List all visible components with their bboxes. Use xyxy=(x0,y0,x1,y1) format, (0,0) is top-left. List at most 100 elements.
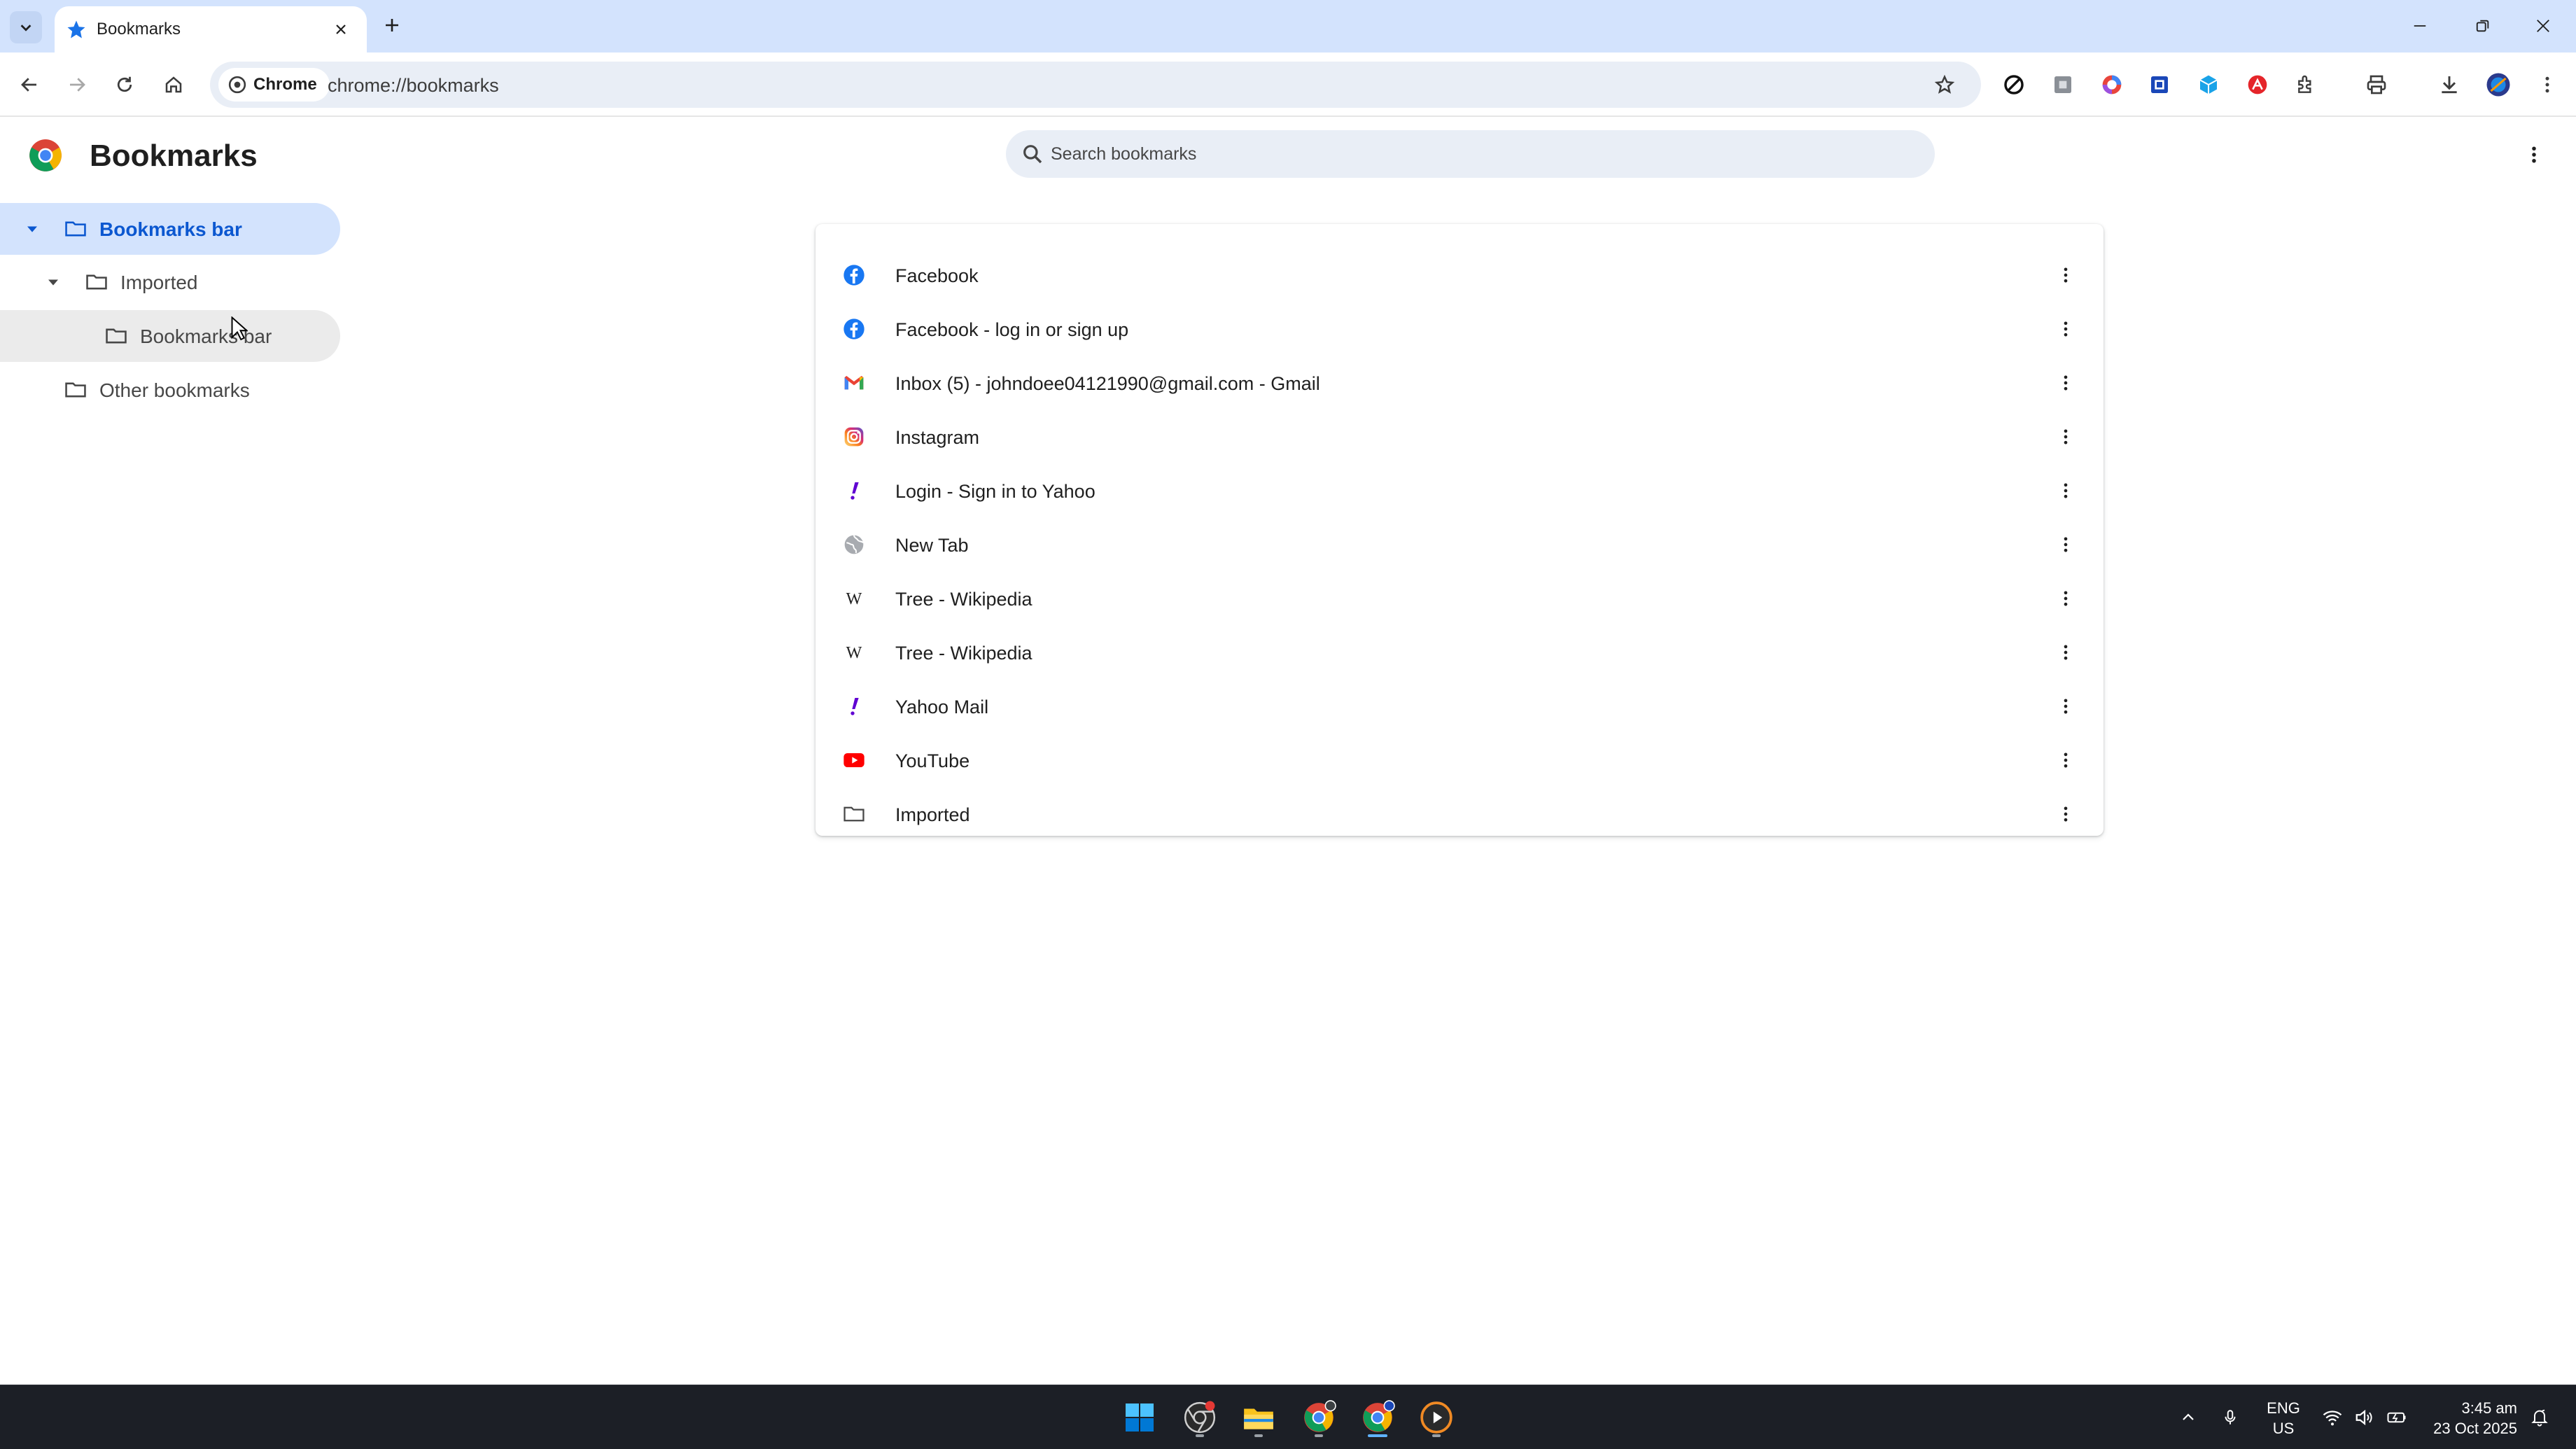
bookmark-row[interactable]: W Tree - Wikipedia xyxy=(816,572,2104,626)
reload-button[interactable] xyxy=(108,68,141,102)
bookmark-title[interactable]: Inbox (5) - johndoee04121990@gmail.com -… xyxy=(895,373,1320,395)
bookmark-row[interactable]: Yahoo Mail xyxy=(816,680,2104,734)
taskbar-app-chrome-dev[interactable] xyxy=(1177,1395,1222,1440)
volume-button[interactable] xyxy=(2351,1404,2379,1432)
sidebar-item-bookmarks-bar[interactable]: Bookmarks bar xyxy=(0,203,340,255)
notifications-button[interactable] xyxy=(2526,1404,2554,1432)
running-indicator xyxy=(1315,1434,1323,1437)
profile-avatar[interactable] xyxy=(2483,69,2514,100)
sidebar-item-imported[interactable]: Imported xyxy=(0,256,340,308)
battery-icon xyxy=(2387,1412,2406,1423)
bookmark-title[interactable]: Tree - Wikipedia xyxy=(895,589,1032,610)
search-bookmarks-input[interactable] xyxy=(1051,139,1891,169)
extension-color-icon[interactable] xyxy=(2096,69,2127,100)
new-tab-button[interactable] xyxy=(378,11,406,39)
taskbar-app-file-explorer[interactable] xyxy=(1236,1395,1281,1440)
taskbar-app-chrome-active[interactable] xyxy=(1355,1395,1400,1440)
address-bar[interactable]: Chrome chrome://bookmarks xyxy=(210,62,1981,108)
home-button[interactable] xyxy=(157,68,190,102)
start-button[interactable] xyxy=(1117,1395,1162,1440)
bookmark-row[interactable]: Facebook - log in or sign up xyxy=(816,302,2104,356)
bookmark-star-button[interactable] xyxy=(1929,69,1960,100)
bookmark-more-button[interactable] xyxy=(2050,368,2081,398)
wifi-button[interactable] xyxy=(2318,1404,2346,1432)
sidebar-item-other-bookmarks[interactable]: Other bookmarks xyxy=(0,364,340,416)
bookmark-title[interactable]: Yahoo Mail xyxy=(895,696,988,718)
microphone-button[interactable] xyxy=(2216,1404,2244,1432)
wikipedia-icon: W xyxy=(842,587,866,610)
bookmark-more-button[interactable] xyxy=(2050,529,2081,560)
bookmark-row[interactable]: W Tree - Wikipedia xyxy=(816,626,2104,680)
bookmark-title[interactable]: Tree - Wikipedia xyxy=(895,643,1032,664)
extension-cyan-icon[interactable] xyxy=(2193,69,2224,100)
chrome-menu-button[interactable] xyxy=(2532,69,2563,100)
extension-blue-icon[interactable] xyxy=(2144,69,2175,100)
clock[interactable]: 3:45 am 23 Oct 2025 xyxy=(2422,1398,2517,1438)
back-button[interactable] xyxy=(13,68,46,102)
bookmark-more-button[interactable] xyxy=(2050,421,2081,452)
extension-gray-icon[interactable] xyxy=(2047,69,2078,100)
bookmark-title[interactable]: New Tab xyxy=(895,535,969,556)
bookmark-row[interactable]: Inbox (5) - johndoee04121990@gmail.com -… xyxy=(816,356,2104,410)
print-button[interactable] xyxy=(2361,69,2392,100)
downloads-button[interactable] xyxy=(2434,69,2465,100)
close-window-button[interactable] xyxy=(2526,10,2561,42)
bookmark-folder-row[interactable]: Imported xyxy=(816,788,2104,841)
taskbar-app-media-player[interactable] xyxy=(1414,1395,1459,1440)
battery-button[interactable] xyxy=(2383,1404,2411,1432)
bookmark-row[interactable]: YouTube xyxy=(816,734,2104,788)
bookmark-title[interactable]: Instagram xyxy=(895,427,979,449)
url-text[interactable]: chrome://bookmarks xyxy=(328,75,499,97)
bookmark-more-button[interactable] xyxy=(2050,745,2081,776)
bookmark-more-button[interactable] xyxy=(2050,691,2081,722)
sidebar-item-imported-bookmarks-bar[interactable]: Bookmarks bar xyxy=(0,310,340,362)
bookmark-title[interactable]: Login - Sign in to Yahoo xyxy=(895,481,1096,503)
windows-taskbar: ENG US 3:45 am 23 Oct 2025 xyxy=(0,1385,2576,1449)
bookmark-row[interactable]: Login - Sign in to Yahoo xyxy=(816,464,2104,518)
bookmark-more-button[interactable] xyxy=(2050,260,2081,290)
bookmark-title[interactable]: Imported xyxy=(895,804,970,826)
caret-down-icon[interactable] xyxy=(43,272,63,292)
tab-close-button[interactable] xyxy=(329,18,353,41)
yahoo-icon xyxy=(842,479,866,503)
play-icon xyxy=(1420,1401,1452,1434)
bookmark-title[interactable]: YouTube xyxy=(895,750,969,772)
bookmark-title[interactable]: Facebook - log in or sign up xyxy=(895,319,1128,341)
taskbar-app-chrome[interactable] xyxy=(1296,1395,1341,1440)
caret-down-icon[interactable] xyxy=(22,219,42,239)
bookmark-more-button[interactable] xyxy=(2050,314,2081,344)
language-indicator[interactable]: ENG US xyxy=(2265,1398,2302,1438)
wifi-icon xyxy=(2323,1410,2342,1426)
arrow-right-icon xyxy=(70,78,85,92)
folder-icon xyxy=(1244,1408,1273,1429)
gmail-icon xyxy=(842,371,866,395)
tab-search-button[interactable] xyxy=(10,11,42,43)
bookmark-list: Facebook Facebook - log in or sign up In… xyxy=(816,224,2104,836)
printer-icon xyxy=(2367,75,2386,94)
microphone-icon xyxy=(2225,1410,2236,1424)
site-chip-label: Chrome xyxy=(253,75,317,94)
extension-block-icon[interactable] xyxy=(1998,69,2029,100)
minimize-button[interactable] xyxy=(2402,10,2437,42)
forward-button[interactable] xyxy=(60,68,94,102)
bookmark-more-button[interactable] xyxy=(2050,799,2081,830)
site-info-chip[interactable]: Chrome xyxy=(218,68,330,102)
sidebar-item-label: Imported xyxy=(120,272,198,293)
bookmark-row[interactable]: Instagram xyxy=(816,410,2104,464)
bookmark-more-button[interactable] xyxy=(2050,475,2081,506)
restore-button[interactable] xyxy=(2465,10,2500,42)
search-bookmarks-bar[interactable] xyxy=(1006,130,1935,178)
extensions-menu-button[interactable] xyxy=(2291,69,2322,100)
bookmark-row[interactable]: New Tab xyxy=(816,518,2104,572)
tab-bookmarks[interactable]: Bookmarks xyxy=(55,6,367,52)
more-vert-icon xyxy=(2064,267,2068,283)
home-icon xyxy=(165,76,182,93)
bookmark-more-button[interactable] xyxy=(2050,637,2081,668)
bookmark-row[interactable]: Facebook xyxy=(816,248,2104,302)
bookmark-title[interactable]: Facebook xyxy=(895,265,979,287)
extension-red-icon[interactable] xyxy=(2242,69,2273,100)
tray-overflow-button[interactable] xyxy=(2174,1404,2202,1432)
bookmark-more-button[interactable] xyxy=(2050,583,2081,614)
folder-icon xyxy=(106,328,127,344)
organize-menu-button[interactable] xyxy=(2516,137,2552,172)
